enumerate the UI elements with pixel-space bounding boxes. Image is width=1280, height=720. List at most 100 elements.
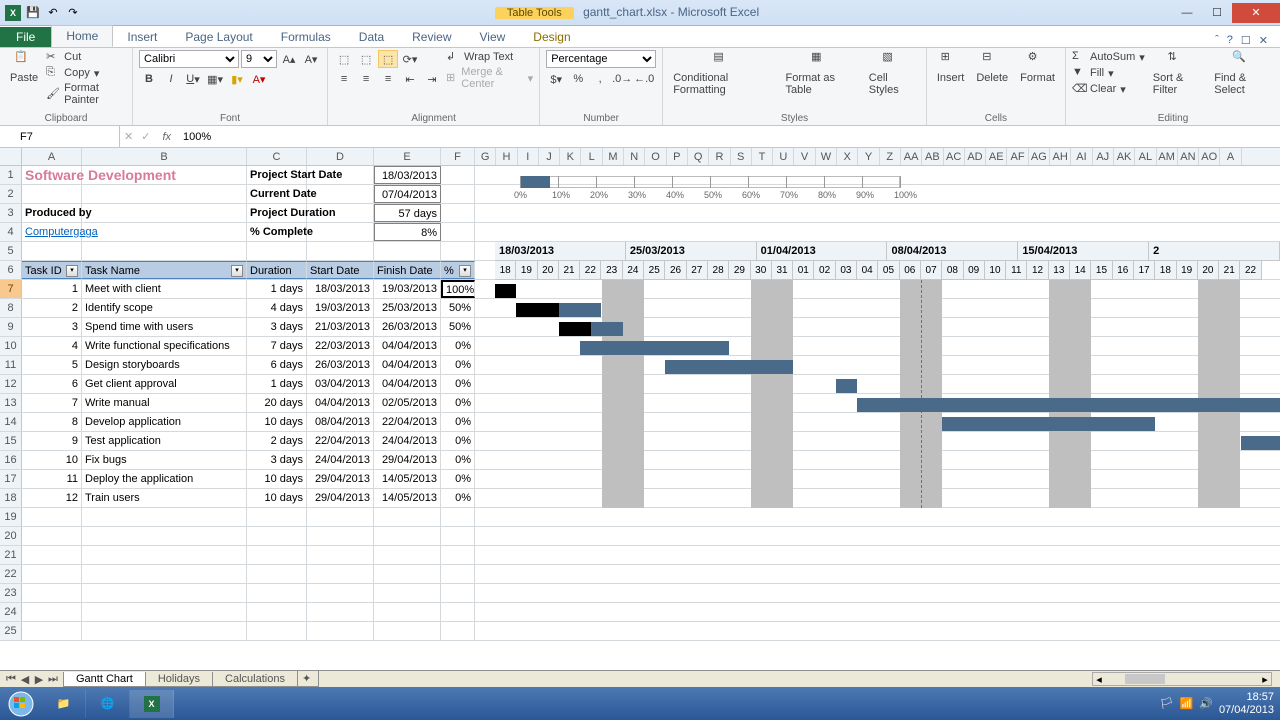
cell[interactable]: Computergaga [22,223,82,241]
column-header[interactable]: AC [944,148,965,165]
select-all-button[interactable] [0,148,22,165]
cell[interactable]: Finish Date▾ [374,261,441,279]
taskbar-clock[interactable]: 18:57 07/04/2013 [1219,691,1274,717]
cell[interactable]: 0% [441,356,475,374]
cell[interactable] [441,546,475,564]
cell[interactable] [307,584,374,602]
row-header[interactable]: 20 [0,527,22,545]
cell[interactable]: Start Date▾ [307,261,374,279]
cell[interactable]: 57 days [374,204,441,222]
enter-formula-icon[interactable]: ✓ [137,130,154,143]
cell[interactable] [441,584,475,602]
cell[interactable] [247,508,307,526]
cell[interactable] [247,603,307,621]
cell[interactable]: 0% [441,394,475,412]
row-header[interactable]: 6 [0,261,22,279]
cell[interactable]: 19/03/2013 [374,280,441,298]
align-middle-icon[interactable]: ⬚ [356,50,376,68]
column-header[interactable]: AE [986,148,1007,165]
help-icon[interactable]: ? [1227,34,1233,47]
cell[interactable]: 22/03/2013 [307,337,374,355]
row-header[interactable]: 2 [0,185,22,203]
cell[interactable]: Spend time with users [82,318,247,336]
column-header[interactable]: AO [1199,148,1220,165]
cell[interactable] [22,185,82,203]
column-header[interactable]: AL [1135,148,1156,165]
cell[interactable] [82,204,247,222]
number-format-combo[interactable]: Percentage [546,50,656,68]
align-center-icon[interactable]: ≡ [356,70,376,88]
align-top-icon[interactable]: ⬚ [334,50,354,68]
cell[interactable]: 22/04/2013 [374,413,441,431]
column-header[interactable]: AB [922,148,943,165]
comma-icon[interactable]: , [590,70,610,88]
restore-window-icon[interactable]: ☐ [1241,34,1251,47]
cell[interactable] [82,622,247,640]
font-name-combo[interactable]: Calibri [139,50,239,68]
cell[interactable]: Write manual [82,394,247,412]
sort-filter-button[interactable]: ⇅Sort & Filter [1149,50,1206,96]
row-header[interactable]: 15 [0,432,22,450]
tray-network-icon[interactable]: 📶 [1180,697,1194,710]
cell[interactable]: 4 days [247,299,307,317]
row-header[interactable]: 5 [0,242,22,260]
tab-home[interactable]: Home [51,25,113,47]
insert-cells-button[interactable]: ⊞Insert [933,50,969,84]
cell[interactable]: 0% [441,432,475,450]
cell[interactable] [441,603,475,621]
taskbar-explorer-icon[interactable]: 📁 [42,690,86,718]
cell[interactable]: 0% [441,413,475,431]
column-header[interactable]: O [645,148,666,165]
column-header[interactable]: P [667,148,688,165]
cell[interactable] [307,603,374,621]
format-as-table-button[interactable]: ▦Format as Table [781,50,860,96]
row-header[interactable]: 14 [0,413,22,431]
cell[interactable]: 04/04/2013 [307,394,374,412]
cell[interactable] [247,242,307,260]
cell[interactable] [441,622,475,640]
close-button[interactable]: ✕ [1232,3,1280,23]
cell[interactable]: 22/04/2013 [307,432,374,450]
cell[interactable] [374,546,441,564]
column-header[interactable]: Q [688,148,709,165]
row-header[interactable]: 12 [0,375,22,393]
start-button[interactable] [0,687,42,720]
cell[interactable]: Design storyboards [82,356,247,374]
cell[interactable]: 1 [22,280,82,298]
currency-icon[interactable]: $▾ [546,70,566,88]
row-header[interactable]: 18 [0,489,22,507]
row-header[interactable]: 7 [0,280,22,298]
cell[interactable]: 29/04/2013 [307,489,374,507]
cell[interactable]: 08/04/2013 [307,413,374,431]
cell[interactable] [441,223,475,241]
cell[interactable]: %▾ [441,261,475,279]
row-header[interactable]: 19 [0,508,22,526]
cell[interactable] [247,527,307,545]
cell[interactable]: 18/03/2013 [307,280,374,298]
autosum-button[interactable]: ΣAutoSum▾ [1072,50,1145,64]
row-header[interactable]: 9 [0,318,22,336]
sheet-nav-prev-icon[interactable]: ◀ [18,673,32,686]
cell[interactable] [307,185,374,203]
cell[interactable]: 02/05/2013 [374,394,441,412]
find-select-button[interactable]: 🔍Find & Select [1210,50,1274,96]
cell[interactable]: 2 [22,299,82,317]
filter-icon[interactable]: ▾ [66,265,78,277]
cell[interactable]: 19/03/2013 [307,299,374,317]
cell[interactable]: 29/04/2013 [307,470,374,488]
cell[interactable]: 100% [441,280,475,298]
cell[interactable]: 26/03/2013 [307,356,374,374]
column-header[interactable]: F [441,148,475,165]
decrease-decimal-icon[interactable]: ←.0 [634,70,654,88]
column-header[interactable]: Z [880,148,901,165]
column-header[interactable]: AM [1157,148,1178,165]
cell[interactable]: Project Duration [247,204,307,222]
sheet-tab[interactable]: Holidays [145,672,213,687]
column-header[interactable]: N [624,148,645,165]
cell[interactable]: Fix bugs [82,451,247,469]
cell[interactable]: 1 days [247,280,307,298]
row-header[interactable]: 24 [0,603,22,621]
percent-icon[interactable]: % [568,70,588,88]
new-sheet-button[interactable]: ✦ [297,671,319,687]
cell[interactable]: 50% [441,318,475,336]
